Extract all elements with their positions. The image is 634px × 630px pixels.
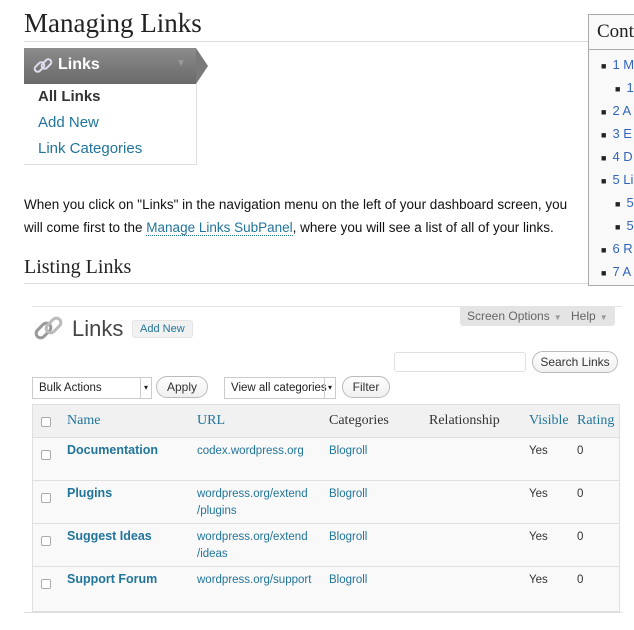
submenu-item-all-links[interactable]: All Links — [38, 88, 101, 105]
bullet-icon: ■ — [601, 175, 607, 186]
bullet-icon: ■ — [601, 60, 607, 71]
table-row: Plugins wordpress.org/extend/plugins Blo… — [33, 481, 619, 524]
link-name[interactable]: Support Forum — [67, 571, 157, 588]
toc-item[interactable]: ■ 5 — [615, 195, 634, 210]
link-category[interactable]: Blogroll — [329, 572, 367, 589]
submenu-item-link-categories[interactable]: Link Categories — [38, 140, 142, 157]
row-checkbox[interactable] — [41, 536, 51, 546]
link-visible: Yes — [529, 445, 548, 457]
select-all-checkbox[interactable] — [41, 417, 51, 427]
link-visible: Yes — [529, 488, 548, 500]
link-url[interactable]: codex.wordpress.org — [197, 443, 304, 460]
section-title: Listing Links — [24, 256, 588, 284]
row-checkbox[interactable] — [41, 493, 51, 503]
link-url[interactable]: wordpress.org/extend/ideas — [197, 529, 308, 563]
toc-item[interactable]: ■ 1 — [615, 80, 634, 95]
search-links-input[interactable] — [394, 352, 526, 372]
link-rating: 0 — [577, 445, 584, 457]
table-of-contents: Cont ■ 1 M ■ 1 ■ 2 A ■ 3 E ■ 4 D ■ 5 Li ■ 5 ■ 5 … — [588, 14, 634, 286]
submenu-item-add-new[interactable]: Add New — [38, 114, 99, 131]
page-title: Managing Links — [24, 8, 590, 42]
link-visible: Yes — [529, 574, 548, 586]
column-header-rating[interactable]: Rating — [577, 413, 614, 429]
link-name[interactable]: Documentation — [67, 442, 158, 459]
links-menu-header: Links ▼ — [24, 48, 196, 84]
category-filter-select[interactable]: View all categories ▾ — [224, 377, 336, 399]
toc-item[interactable]: ■ 2 A — [601, 103, 631, 118]
toc-divider — [589, 49, 634, 50]
links-chain-icon — [32, 312, 66, 351]
panel-title: Links — [72, 316, 124, 341]
links-menu-label: Links — [58, 56, 100, 73]
toc-item[interactable]: ■ 7 A — [601, 264, 631, 279]
column-header-name[interactable]: Name — [67, 413, 100, 429]
toc-item[interactable]: ■ 4 D — [601, 149, 633, 164]
column-header-relationship: Relationship — [429, 413, 500, 428]
table-header: Name URL Categories Relationship Visible… — [33, 405, 619, 438]
column-header-visible[interactable]: Visible — [529, 413, 569, 429]
bulk-actions-select[interactable]: Bulk Actions ▾ — [32, 377, 152, 399]
link-category[interactable]: Blogroll — [329, 443, 367, 460]
triangle-down-icon: ▼ — [599, 313, 608, 322]
table-row: Support Forum wordpress.org/support Blog… — [33, 567, 619, 609]
filter-button[interactable]: Filter — [342, 376, 390, 398]
manage-links-subpanel-link[interactable]: Manage Links SubPanel — [146, 220, 293, 236]
link-url[interactable]: wordpress.org/extend/plugins — [197, 486, 308, 520]
links-admin-panel: Screen Options ▼ Help ▼ Links Add New Sear… — [24, 298, 622, 613]
triangle-down-icon: ▼ — [553, 313, 562, 322]
link-visible: Yes — [529, 531, 548, 543]
table-row: Documentation codex.wordpress.org Blogro… — [33, 438, 619, 481]
intro-paragraph: When you click on "Links" in the navigat… — [24, 197, 568, 236]
link-rating: 0 — [577, 488, 584, 500]
links-menu-image: Links ▼ All Links Add New Link Categorie… — [24, 48, 210, 166]
add-new-link-button[interactable]: Add New — [132, 320, 193, 338]
link-rating: 0 — [577, 531, 584, 543]
bullet-icon: ■ — [601, 129, 607, 140]
row-checkbox[interactable] — [41, 450, 51, 460]
bullet-icon: ■ — [601, 244, 607, 255]
toc-item[interactable]: ■ 5 Li — [601, 172, 633, 187]
toc-item[interactable]: ■ 1 M — [601, 57, 634, 72]
link-url[interactable]: wordpress.org/support — [197, 572, 311, 589]
bullet-icon: ■ — [601, 267, 607, 278]
chevron-down-icon: ▼ — [176, 58, 186, 69]
column-header-url[interactable]: URL — [197, 413, 225, 429]
apply-button[interactable]: Apply — [156, 376, 208, 398]
select-arrow-icon: ▾ — [324, 378, 335, 398]
bullet-icon: ■ — [601, 106, 607, 117]
link-category[interactable]: Blogroll — [329, 529, 367, 546]
help-button[interactable]: Help ▼ — [564, 306, 615, 326]
bullet-icon: ■ — [615, 221, 621, 232]
link-chain-icon — [32, 55, 54, 82]
menu-pointer — [196, 48, 208, 84]
toc-item[interactable]: ■ 5 — [615, 218, 634, 233]
search-links-button[interactable]: Search Links — [532, 351, 618, 373]
toc-title: Cont — [597, 21, 634, 42]
link-name[interactable]: Plugins — [67, 485, 112, 502]
link-rating: 0 — [577, 574, 584, 586]
row-checkbox[interactable] — [41, 579, 51, 589]
bullet-icon: ■ — [601, 152, 607, 163]
bullet-icon: ■ — [615, 83, 621, 94]
link-category[interactable]: Blogroll — [329, 486, 367, 503]
column-header-categories: Categories — [329, 413, 389, 428]
screen-options-button[interactable]: Screen Options ▼ — [460, 306, 569, 326]
bullet-icon: ■ — [615, 198, 621, 209]
links-submenu: All Links Add New Link Categories — [24, 84, 197, 165]
toc-item[interactable]: ■ 3 E — [601, 126, 632, 141]
select-arrow-icon: ▾ — [140, 378, 151, 398]
table-row: Suggest Ideas wordpress.org/extend/ideas… — [33, 524, 619, 567]
links-table: Name URL Categories Relationship Visible… — [32, 404, 620, 612]
link-name[interactable]: Suggest Ideas — [67, 528, 152, 545]
toc-item[interactable]: ■ 6 R — [601, 241, 633, 256]
